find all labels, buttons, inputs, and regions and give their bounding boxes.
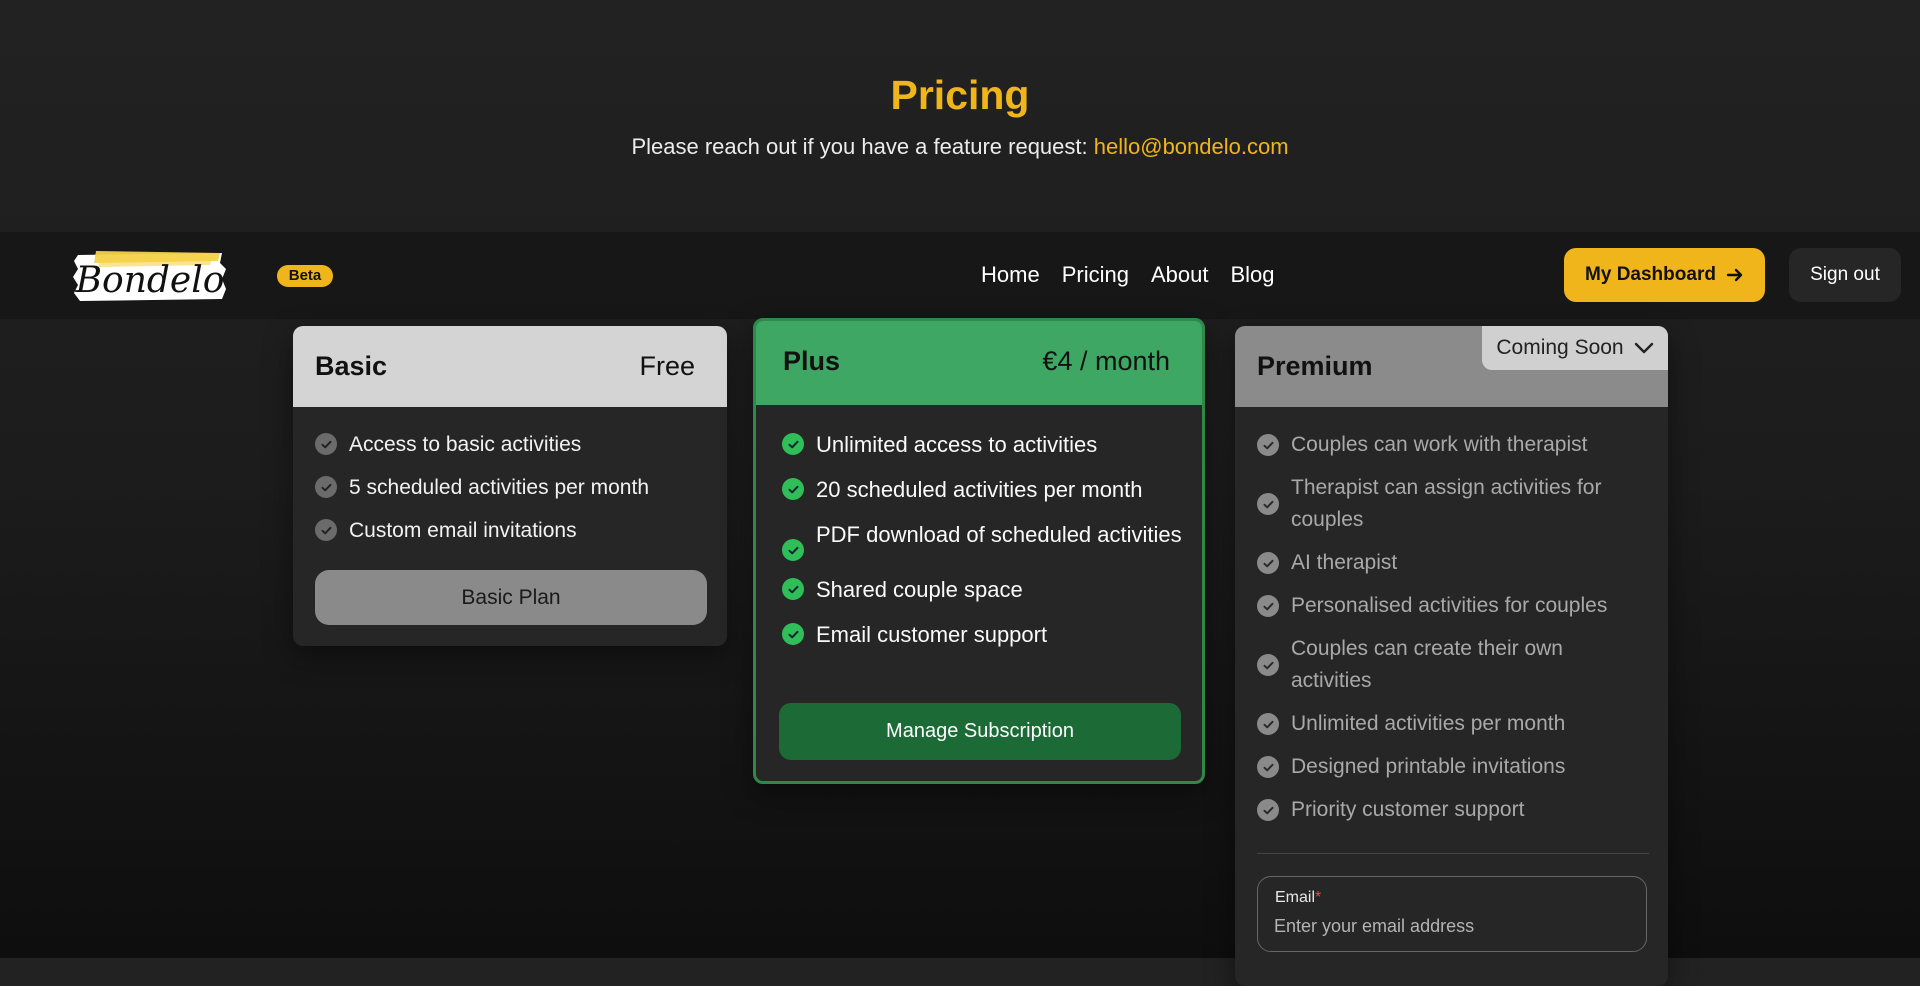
top-navbar: Bondelo Beta Home Pricing About Blog My … [0, 232, 1920, 319]
email-input[interactable] [1274, 913, 1624, 939]
check-circle-icon [1257, 552, 1279, 574]
check-circle-icon [782, 578, 804, 600]
nav-link-pricing[interactable]: Pricing [1062, 262, 1129, 288]
pricing-hero: Pricing Please reach out if you have a f… [0, 0, 1920, 232]
check-circle-icon [315, 476, 337, 498]
feature-text: AI therapist [1291, 551, 1398, 574]
feature-list: Access to basic activities 5 scheduled a… [315, 428, 715, 557]
plan-name: Basic [315, 351, 388, 381]
plan-price: €4 / month [1042, 346, 1170, 376]
email-label-text: Email [1275, 889, 1316, 906]
feature-item: Custom email invitations [315, 514, 715, 547]
page-title: Pricing [890, 72, 1030, 118]
feature-text: Unlimited access to activities [816, 432, 1098, 457]
feature-text: 5 scheduled activities per month [349, 476, 649, 499]
plan-header-basic: Basic Free [293, 326, 727, 407]
plan-price: Free [639, 351, 695, 381]
contact-email-link[interactable]: hello@bondelo.com [1094, 134, 1289, 159]
feature-item: AI therapist [1257, 547, 1649, 579]
feature-list: Unlimited access to activities 20 schedu… [782, 428, 1202, 663]
feature-text: Shared couple space [816, 577, 1023, 602]
email-label: Email* [1275, 889, 1321, 907]
feature-item: 5 scheduled activities per month [315, 471, 715, 504]
plan-header-plus: Plus €4 / month [756, 321, 1202, 405]
feature-text: PDF download of scheduled activities [816, 522, 1182, 547]
feature-text: Therapist can assign activities for coup… [1291, 476, 1602, 531]
feature-text: Access to basic activities [349, 433, 582, 456]
feature-text: Designed printable invitations [1291, 755, 1566, 778]
check-circle-icon [1257, 434, 1279, 456]
plan-card-plus: Plus €4 / month Unlimited access to acti… [753, 318, 1205, 784]
check-circle-icon [1257, 713, 1279, 735]
feature-text: Email customer support [816, 622, 1048, 647]
check-circle-icon [782, 623, 804, 645]
feature-item: Access to basic activities [315, 428, 715, 461]
feature-text: Unlimited activities per month [1291, 712, 1566, 735]
feature-item: Email customer support [782, 618, 1202, 651]
bondelo-logo[interactable]: Bondelo [72, 249, 228, 305]
feature-item: Couples can create their own activities [1257, 633, 1649, 697]
feature-item: PDF download of scheduled activities [782, 518, 1202, 561]
check-circle-icon [315, 433, 337, 455]
check-circle-icon [782, 433, 804, 455]
check-circle-icon [1257, 595, 1279, 617]
sign-out-button[interactable]: Sign out [1789, 248, 1901, 302]
feature-text: Custom email invitations [349, 519, 577, 542]
check-circle-icon [782, 478, 804, 500]
feature-text: Personalised activities for couples [1291, 594, 1608, 617]
feature-item: Personalised activities for couples [1257, 590, 1649, 622]
card-divider [1257, 853, 1649, 854]
nav-link-home[interactable]: Home [981, 262, 1040, 288]
feature-item: Couples can work with therapist [1257, 429, 1649, 461]
feature-item: Shared couple space [782, 573, 1202, 606]
feature-text: Couples can work with therapist [1291, 433, 1588, 456]
feature-item: Unlimited access to activities [782, 428, 1202, 461]
beta-badge: Beta [277, 265, 333, 287]
check-circle-icon [315, 519, 337, 541]
feature-item: Therapist can assign activities for coup… [1257, 472, 1649, 536]
check-circle-icon [782, 539, 804, 561]
basic-plan-button[interactable]: Basic Plan [315, 570, 707, 625]
feature-list: Couples can work with therapist Therapis… [1257, 429, 1649, 837]
feature-item: 20 scheduled activities per month [782, 473, 1202, 506]
arrow-right-icon [1726, 268, 1743, 282]
plan-card-premium: Premium Couples can work with therapist … [1235, 326, 1668, 986]
feature-item: Priority customer support [1257, 794, 1649, 826]
check-circle-icon [1257, 799, 1279, 821]
required-mark: * [1315, 889, 1322, 906]
hero-subtitle-text: Please reach out if you have a feature r… [631, 134, 1094, 159]
check-circle-icon [1257, 654, 1279, 676]
feature-item: Designed printable invitations [1257, 751, 1649, 783]
plan-card-basic: Basic Free Access to basic activities 5 … [293, 326, 727, 646]
nav-links: Home Pricing About Blog [981, 262, 1274, 288]
plan-name: Plus [783, 346, 841, 376]
check-circle-icon [1257, 493, 1279, 515]
coming-soon-label: Coming Soon [1496, 336, 1624, 359]
logo-text: Bondelo [75, 260, 225, 301]
hero-subtitle: Please reach out if you have a feature r… [0, 134, 1920, 160]
my-dashboard-label: My Dashboard [1585, 264, 1716, 285]
coming-soon-dropdown[interactable]: Coming Soon [1482, 326, 1668, 370]
feature-text: Priority customer support [1291, 798, 1525, 821]
feature-text: Couples can create their own activities [1291, 637, 1563, 692]
nav-link-blog[interactable]: Blog [1230, 262, 1274, 288]
feature-item: Unlimited activities per month [1257, 708, 1649, 740]
plan-name: Premium [1257, 351, 1373, 381]
email-field[interactable]: Email* [1257, 876, 1647, 952]
check-circle-icon [1257, 756, 1279, 778]
nav-link-about[interactable]: About [1151, 262, 1209, 288]
chevron-down-icon [1634, 342, 1653, 354]
feature-text: 20 scheduled activities per month [816, 477, 1143, 502]
manage-subscription-button[interactable]: Manage Subscription [779, 703, 1181, 760]
my-dashboard-button[interactable]: My Dashboard [1564, 248, 1765, 302]
